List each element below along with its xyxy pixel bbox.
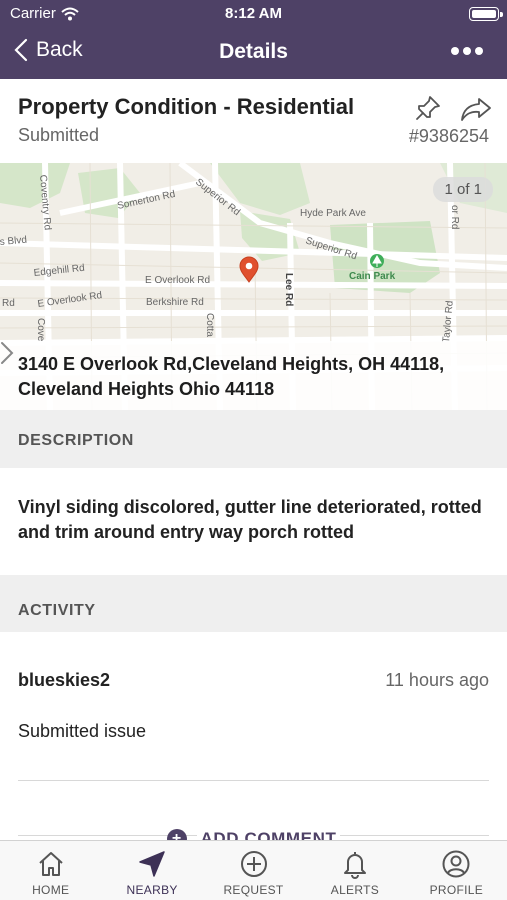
tab-label: REQUEST xyxy=(223,883,284,897)
battery-tip xyxy=(500,12,503,17)
address-text: 3140 E Overlook Rd,Cleveland Heights, OH… xyxy=(18,354,445,399)
activity-label: ACTIVITY xyxy=(18,602,96,619)
activity-text: Submitted issue xyxy=(18,721,147,741)
request-title: Property Condition - Residential xyxy=(18,94,355,119)
home-icon xyxy=(39,852,63,876)
map-label: Cotta xyxy=(204,313,215,337)
add-circle-icon xyxy=(240,851,267,877)
activity-user: blueskies2 xyxy=(18,670,111,690)
map-label: Hyde Park Ave xyxy=(300,208,366,219)
page-title: Details xyxy=(219,40,288,63)
nearby-arrow-icon xyxy=(139,851,165,877)
map-label: Cain Park xyxy=(349,271,396,282)
activity-header: ACTIVITY xyxy=(0,575,507,632)
pin-icon[interactable] xyxy=(414,94,442,122)
nav-bar: Back Details xyxy=(0,28,507,79)
description-header: DESCRIPTION xyxy=(0,410,507,468)
map-label: Lee Rd xyxy=(283,273,294,306)
tab-nearby[interactable]: NEARBY xyxy=(101,841,202,900)
divider xyxy=(18,780,489,781)
request-status: Submitted xyxy=(18,125,100,145)
map-pager: 1 of 1 xyxy=(433,177,493,202)
address-row[interactable]: 3140 E Overlook Rd,Cleveland Heights, OH… xyxy=(0,341,507,410)
tab-label: HOME xyxy=(32,883,70,897)
tab-alerts[interactable]: ALERTS xyxy=(304,841,405,900)
activity-list: blueskies2 11 hours ago Submitted issue … xyxy=(0,632,507,849)
description-text: Vinyl siding discolored, gutter line det… xyxy=(18,497,482,542)
location-map[interactable]: Superior Rd Somerton Rd Hyde Park Ave Co… xyxy=(0,163,507,410)
map-label: Berkshire Rd xyxy=(146,297,204,308)
map-label: E Overlook Rd xyxy=(145,275,210,286)
tab-home[interactable]: HOME xyxy=(0,841,101,900)
share-icon[interactable] xyxy=(460,96,492,122)
tab-request[interactable]: REQUEST xyxy=(203,841,304,900)
battery-icon xyxy=(469,7,499,21)
tab-profile[interactable]: PROFILE xyxy=(406,841,507,900)
request-summary: Property Condition - Residential Submitt… xyxy=(0,79,507,163)
map-label: Cove xyxy=(35,318,46,342)
description-label: DESCRIPTION xyxy=(18,432,134,449)
tab-label: PROFILE xyxy=(429,883,484,897)
activity-time: 11 hours ago xyxy=(385,670,489,690)
more-menu-icon[interactable] xyxy=(451,47,483,55)
description-body: Vinyl siding discolored, gutter line det… xyxy=(0,469,507,575)
map-label: Rd xyxy=(2,298,15,309)
app-header: Carrier 8:12 AM Back Details xyxy=(0,0,507,79)
tab-label: ALERTS xyxy=(330,883,380,897)
clock: 8:12 AM xyxy=(225,5,282,22)
details-screen: Carrier 8:12 AM Back Details Property Co… xyxy=(0,0,507,900)
bell-icon xyxy=(343,852,366,879)
tab-label: NEARBY xyxy=(126,883,178,897)
tab-bar: HOME NEARBY REQUEST ALERTS PROFILE xyxy=(0,840,507,900)
status-bar: Carrier 8:12 AM xyxy=(0,0,507,28)
chevron-right-icon xyxy=(1,342,14,364)
profile-icon xyxy=(442,850,470,878)
map-label: or Rd xyxy=(449,205,460,229)
request-number: #9386254 xyxy=(408,126,489,146)
